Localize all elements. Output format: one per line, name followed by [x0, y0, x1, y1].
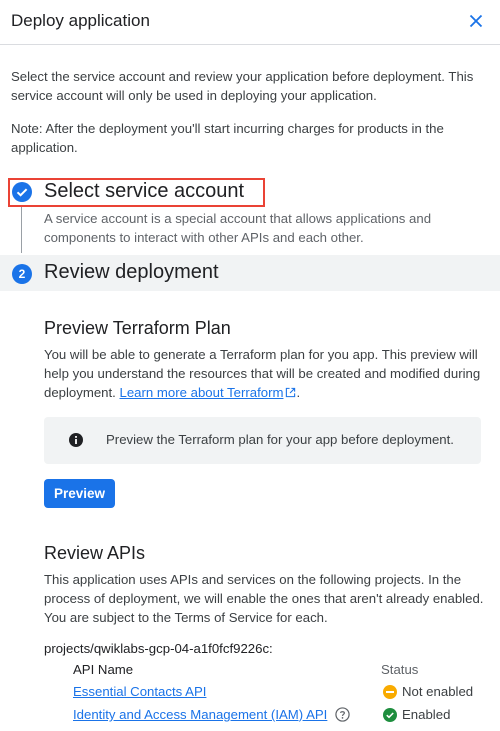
apis-section-title: Review APIs — [44, 543, 146, 563]
step2-number-badge: 2 — [12, 264, 32, 284]
dialog-title: Deploy application — [11, 11, 150, 30]
dialog-header: Deploy application — [0, 0, 500, 45]
info-icon — [69, 433, 83, 447]
status-text: Enabled — [402, 707, 451, 722]
note-text: Note: After the deployment you'll start … — [11, 121, 444, 155]
help-icon[interactable] — [335, 707, 350, 722]
enabled-icon — [383, 708, 397, 722]
column-header-api-name: API Name — [73, 662, 134, 677]
step-connector — [21, 207, 22, 253]
terraform-description: You will be able to generate a Terraform… — [44, 345, 484, 402]
terraform-section-title: Preview Terraform Plan — [44, 318, 231, 338]
learn-more-terraform-link[interactable]: Learn more about Terraform — [120, 385, 284, 400]
api-link-iam[interactable]: Identity and Access Management (IAM) API — [73, 707, 327, 722]
intro-text: Select the service account and review yo… — [11, 69, 474, 103]
close-icon[interactable] — [465, 10, 487, 32]
step1-description: A service account is a special account t… — [44, 211, 432, 245]
not-enabled-icon — [383, 685, 397, 699]
apis-description: This application uses APIs and services … — [44, 572, 484, 625]
info-text: Preview the Terraform plan for your app … — [106, 432, 454, 447]
status-text: Not enabled — [402, 684, 474, 699]
api-link-essential-contacts[interactable]: Essential Contacts API — [73, 684, 206, 699]
project-path: projects/qwiklabs-gcp-04-a1f0fcf9226c: — [44, 641, 273, 656]
step-review-deployment[interactable]: Review deployment — [44, 261, 219, 284]
column-header-status: Status — [381, 662, 419, 677]
highlight-box — [8, 178, 265, 207]
terraform-description-end: . — [296, 385, 301, 400]
terraform-info-box: Preview the Terraform plan for your app … — [44, 417, 481, 464]
external-link-icon[interactable] — [285, 387, 296, 398]
preview-button[interactable]: Preview — [44, 479, 115, 508]
